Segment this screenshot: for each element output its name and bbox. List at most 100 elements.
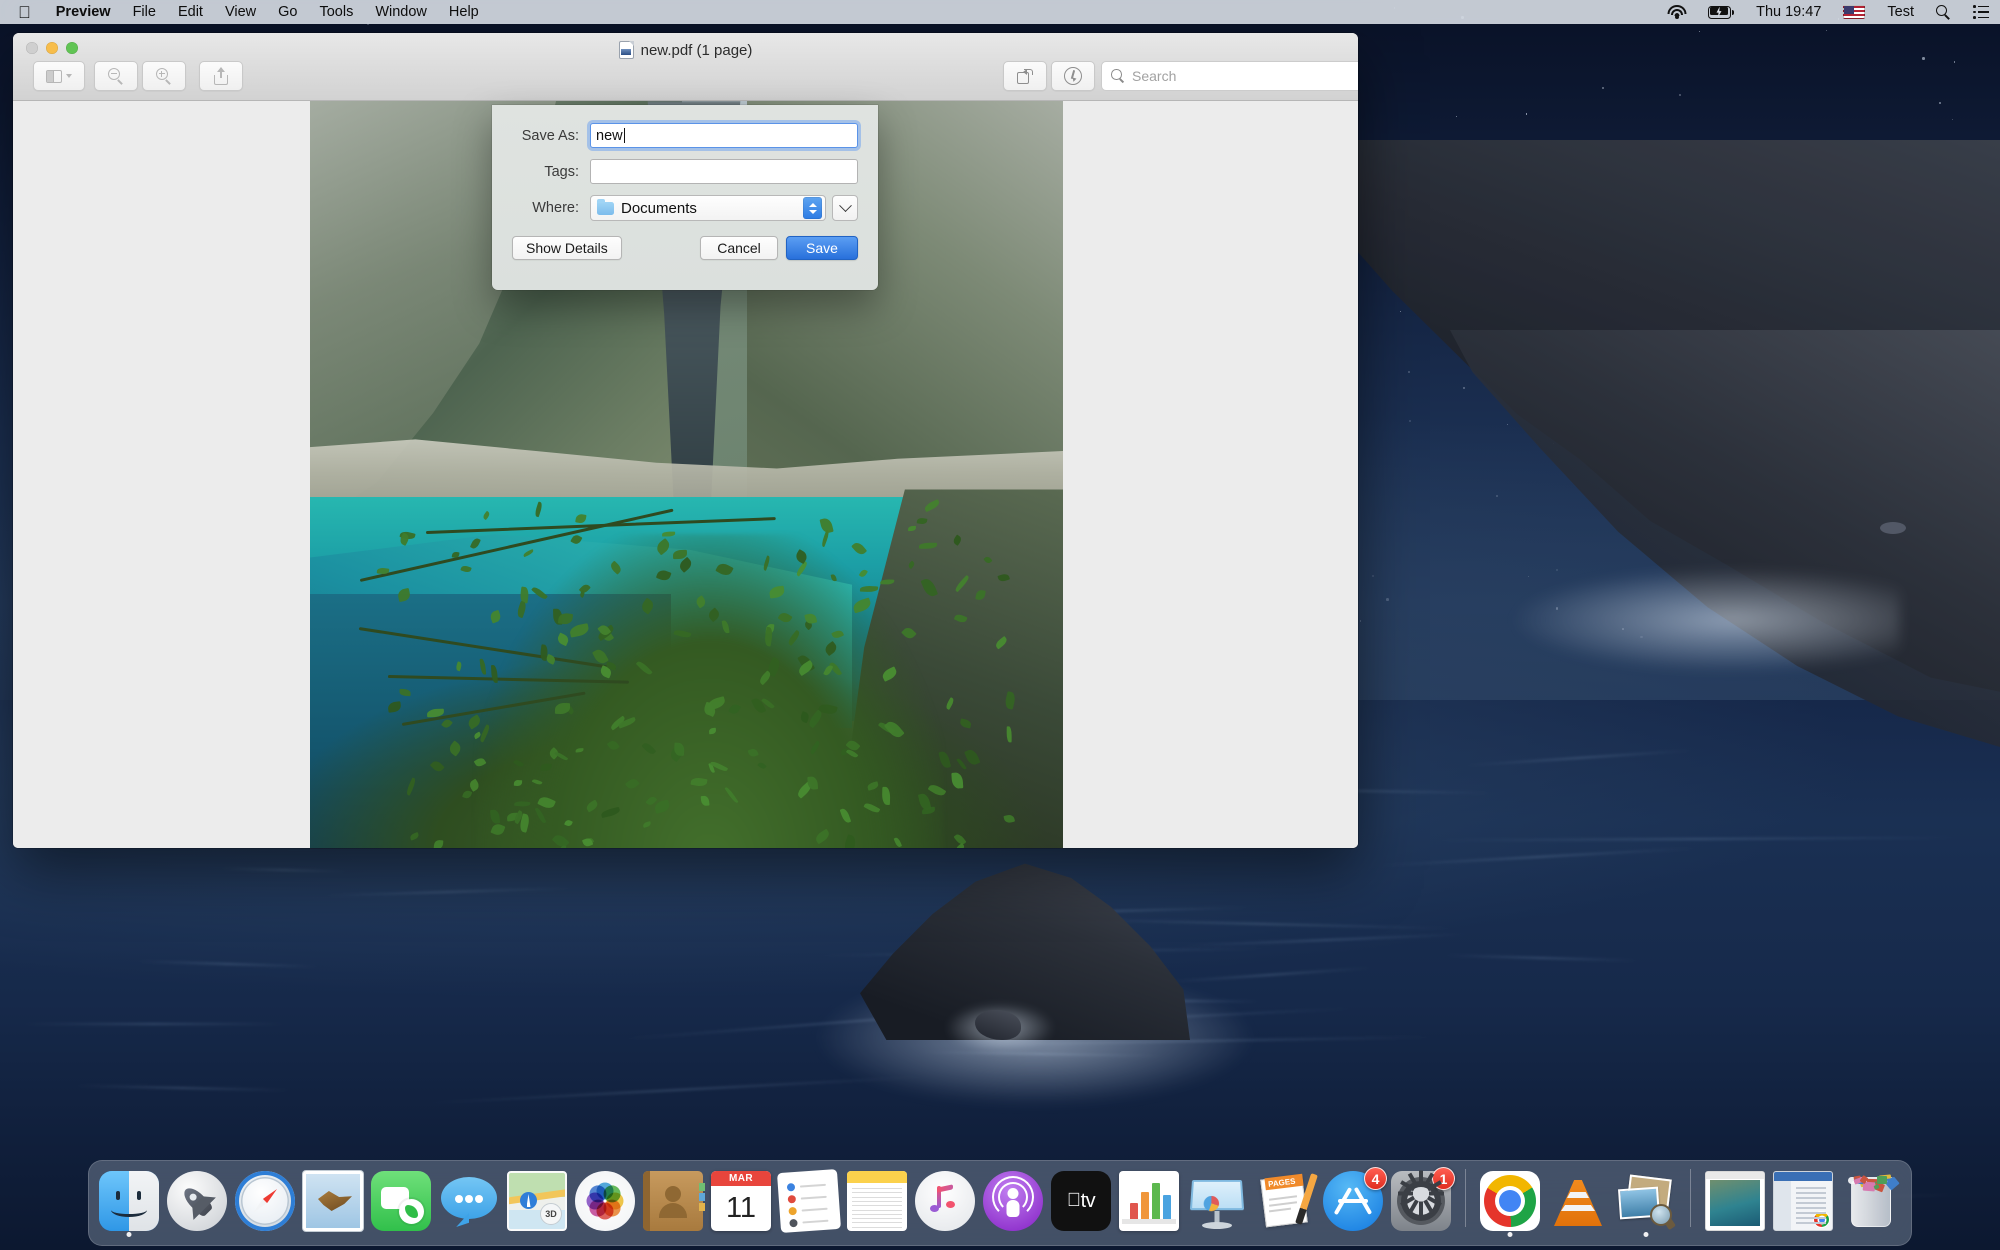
- dock-item-launchpad[interactable]: [165, 1165, 229, 1237]
- apple-logo-icon[interactable]: : [0, 0, 45, 24]
- dock-item-preview[interactable]: [1614, 1165, 1678, 1237]
- running-indicator: [126, 1232, 132, 1237]
- apple-tv-wordmark: tv: [1073, 1189, 1096, 1212]
- running-indicator: [1643, 1232, 1649, 1237]
- finder-icon: [99, 1171, 159, 1231]
- dock-item-photos[interactable]: [573, 1165, 637, 1237]
- dock-item-finder[interactable]: [97, 1165, 161, 1237]
- stepper-up-down-icon[interactable]: [803, 197, 822, 219]
- battery-charging-icon[interactable]: [1697, 0, 1745, 24]
- where-popup-button[interactable]: Documents: [590, 195, 826, 221]
- photos-icon: [575, 1171, 635, 1231]
- menu-item-edit[interactable]: Edit: [167, 0, 214, 24]
- system-preferences-icon: 1: [1391, 1167, 1455, 1231]
- menu-bar-user[interactable]: Test: [1876, 0, 1925, 24]
- share-button[interactable]: [199, 61, 243, 91]
- save-as-row: Save As: new: [512, 123, 858, 148]
- text-caret: [623, 128, 626, 143]
- launchpad-icon: [167, 1171, 227, 1231]
- dock-item-mail[interactable]: [301, 1165, 365, 1237]
- zoom-in-button[interactable]: [142, 61, 186, 91]
- menu-item-window[interactable]: Window: [364, 0, 438, 24]
- trash-icon: [1841, 1171, 1901, 1231]
- sidebar-toggle-button[interactable]: [33, 61, 85, 91]
- minimize-button[interactable]: [46, 42, 58, 54]
- tags-row: Tags:: [512, 159, 858, 184]
- dock-item-vlc[interactable]: [1546, 1165, 1610, 1237]
- dock-item-maps[interactable]: 3D: [505, 1165, 569, 1237]
- dock-separator: [1690, 1169, 1691, 1227]
- where-value: Documents: [621, 199, 697, 217]
- dock-item-itunes[interactable]: [913, 1165, 977, 1237]
- dock-item-facetime[interactable]: [369, 1165, 433, 1237]
- maps-3d-badge: 3D: [540, 1203, 562, 1225]
- markup-button[interactable]: [1051, 61, 1095, 91]
- running-indicator: [1507, 1232, 1513, 1237]
- dock-item-minimized-document[interactable]: [1703, 1165, 1767, 1237]
- dock-item-reminders[interactable]: [776, 1165, 842, 1237]
- contacts-icon: [643, 1171, 705, 1231]
- dock-item-system-preferences[interactable]: 1: [1389, 1165, 1455, 1237]
- chevron-down-icon: [66, 74, 72, 78]
- close-button[interactable]: [26, 42, 38, 54]
- show-details-button[interactable]: Show Details: [512, 236, 622, 260]
- save-dialog-sheet: Save As: new Tags: Where: Documents Show…: [492, 105, 878, 290]
- control-center-icon[interactable]: [1962, 0, 2000, 24]
- minimized-window-document-icon: [1705, 1171, 1765, 1231]
- app-store-icon: 4: [1323, 1167, 1387, 1231]
- dock-item-notes[interactable]: [845, 1165, 909, 1237]
- window-titlebar[interactable]: new.pdf (1 page) Search: [13, 33, 1358, 101]
- dock-item-trash[interactable]: [1839, 1165, 1903, 1237]
- menu-item-tools[interactable]: Tools: [308, 0, 364, 24]
- spotlight-search-icon[interactable]: [1925, 0, 1962, 24]
- window-title-group: new.pdf (1 page): [13, 41, 1358, 59]
- messages-icon: [439, 1171, 499, 1231]
- window-toolbar: Search: [13, 61, 1358, 101]
- us-flag-icon[interactable]: [1832, 0, 1876, 24]
- rotate-button[interactable]: [1003, 61, 1047, 91]
- dock-separator: [1465, 1169, 1466, 1227]
- menu-bar-status-area: Thu 19:47 Test: [1656, 0, 2000, 24]
- tags-label: Tags:: [544, 163, 579, 180]
- where-label: Where:: [532, 200, 579, 216]
- window-title: new.pdf (1 page): [640, 41, 753, 59]
- menu-item-preview[interactable]: Preview: [45, 0, 122, 24]
- maximize-button[interactable]: [66, 42, 78, 54]
- pdf-document-icon: [618, 41, 634, 59]
- dock-item-calendar[interactable]: MAR 11: [709, 1165, 773, 1237]
- dock-item-minimized-browser[interactable]: [1771, 1165, 1835, 1237]
- chrome-icon: [1480, 1171, 1540, 1231]
- search-input[interactable]: Search: [1101, 61, 1358, 91]
- keynote-icon: [1187, 1171, 1247, 1231]
- dock-item-chrome[interactable]: [1478, 1165, 1542, 1237]
- save-as-input[interactable]: new: [590, 123, 858, 148]
- vlc-icon: [1548, 1171, 1608, 1231]
- zoom-out-icon: [107, 67, 125, 85]
- dock-item-appletv[interactable]: tv: [1049, 1165, 1113, 1237]
- menu-bar-clock[interactable]: Thu 19:47: [1745, 0, 1832, 24]
- share-icon: [214, 67, 228, 85]
- zoom-out-button[interactable]: [94, 61, 138, 91]
- dock-item-pages[interactable]: PAGES: [1253, 1165, 1318, 1237]
- menu-item-file[interactable]: File: [122, 0, 167, 24]
- dock-item-numbers[interactable]: [1117, 1165, 1181, 1237]
- tags-input[interactable]: [590, 159, 858, 184]
- dock-item-app-store[interactable]: 4: [1321, 1165, 1387, 1237]
- where-row: Where: Documents: [512, 195, 858, 221]
- save-button[interactable]: Save: [786, 236, 858, 260]
- dock-item-safari[interactable]: [233, 1165, 297, 1237]
- dock-item-keynote[interactable]: [1185, 1165, 1249, 1237]
- dock-item-contacts[interactable]: [641, 1165, 705, 1237]
- save-as-label: Save As:: [521, 127, 579, 144]
- reminders-icon: [776, 1168, 842, 1234]
- dock-item-messages[interactable]: [437, 1165, 501, 1237]
- cancel-button[interactable]: Cancel: [700, 236, 778, 260]
- menu-item-go[interactable]: Go: [267, 0, 308, 24]
- menu-item-help[interactable]: Help: [438, 0, 490, 24]
- dock-item-podcasts[interactable]: [981, 1165, 1045, 1237]
- pages-icon: PAGES: [1255, 1171, 1318, 1231]
- menu-item-view[interactable]: View: [214, 0, 267, 24]
- expand-browser-button[interactable]: [832, 195, 858, 221]
- wifi-icon[interactable]: [1656, 0, 1697, 24]
- chevron-down-icon: [838, 198, 852, 212]
